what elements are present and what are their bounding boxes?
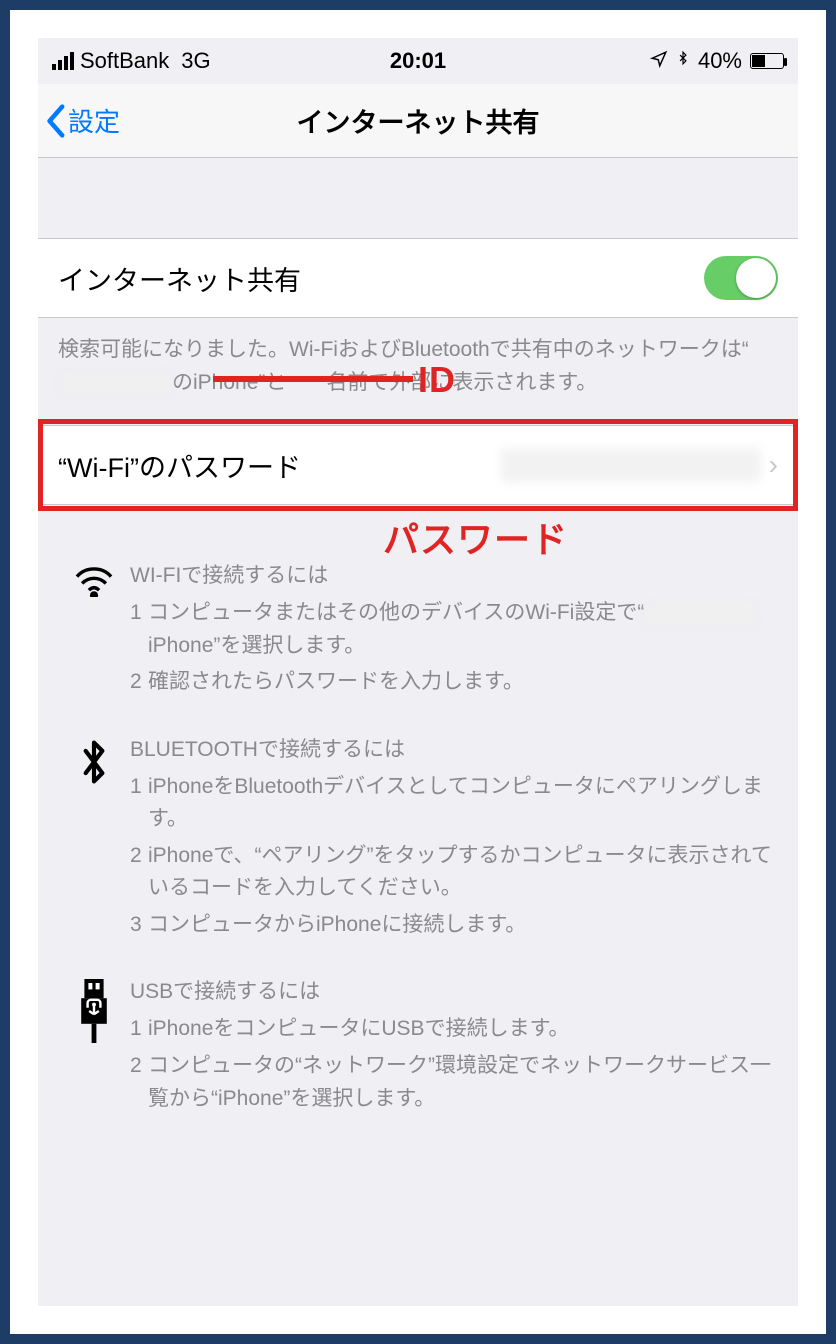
redacted-name-inline	[646, 604, 756, 624]
clock: 20:01	[390, 48, 446, 74]
status-bar: SoftBank 3G 20:01 40%	[38, 38, 798, 84]
annotation-underline	[213, 376, 413, 382]
annotation-password: パスワード	[383, 511, 568, 563]
wifi-step-2: 2確認されたらパスワードを入力します。	[130, 664, 778, 701]
screen: SoftBank 3G 20:01 40% 設定 インターネット共有	[38, 38, 798, 1306]
usb-instructions: USBで接続するには 1iPhoneをコンピュータにUSBで接続します。 2コン…	[38, 953, 798, 1127]
bluetooth-large-icon	[58, 733, 130, 787]
usb-step-2: 2コンピュータの“ネットワーク”環境設定でネットワークサービス一覧から“iPho…	[130, 1048, 778, 1117]
usb-step-1: 1iPhoneをコンピュータにUSBで接続します。	[130, 1011, 778, 1048]
bluetooth-step-3: 3コンピュータからiPhoneに接続します。	[130, 907, 778, 944]
wifi-icon	[58, 559, 130, 597]
wifi-password-value	[501, 448, 761, 482]
battery-pct: 40%	[698, 48, 742, 74]
carrier-label: SoftBank	[80, 48, 169, 74]
wifi-password-row[interactable]: “Wi-Fi”のパスワード ›	[38, 425, 798, 505]
hotspot-toggle-row[interactable]: インターネット共有	[38, 238, 798, 318]
usb-icon	[58, 975, 130, 1043]
bluetooth-instructions: BLUETOOTHで接続するには 1iPhoneをBluetoothデバイスとし…	[38, 711, 798, 954]
wifi-heading: WI-FIで接続するには	[130, 559, 778, 589]
wifi-instructions: WI-FIで接続するには 1コンピュータまたはその他のデバイスのWi-Fi設定で…	[38, 559, 798, 711]
chevron-right-icon: ›	[769, 449, 778, 481]
bluetooth-step-2: 2iPhoneで、“ペアリング”をタップするかコンピュータに表示されているコード…	[130, 838, 778, 907]
location-icon	[650, 48, 668, 74]
usb-heading: USBで接続するには	[130, 975, 778, 1005]
hotspot-toggle-label: インターネット共有	[58, 259, 704, 298]
redacted-name	[60, 373, 170, 393]
wifi-password-label: “Wi-Fi”のパスワード	[58, 446, 501, 485]
navigation-bar: 設定 インターネット共有	[38, 84, 798, 158]
annotation-id: ID	[418, 352, 456, 408]
wifi-step-1: 1コンピュータまたはその他のデバイスのWi-Fi設定で“iPhone”を選択しま…	[130, 595, 778, 664]
page-title: インターネット共有	[38, 101, 798, 140]
network-label: 3G	[181, 48, 210, 74]
discoverable-text: 検索可能になりました。Wi-FiおよびBluetoothで共有中のネットワークは…	[38, 318, 798, 425]
battery-icon	[750, 53, 784, 69]
bluetooth-icon	[676, 48, 690, 74]
signal-icon	[52, 52, 74, 70]
bluetooth-step-1: 1iPhoneをBluetoothデバイスとしてコンピュータにペアリングします。	[130, 769, 778, 838]
bluetooth-heading: BLUETOOTHで接続するには	[130, 733, 778, 763]
hotspot-toggle[interactable]	[704, 256, 778, 300]
